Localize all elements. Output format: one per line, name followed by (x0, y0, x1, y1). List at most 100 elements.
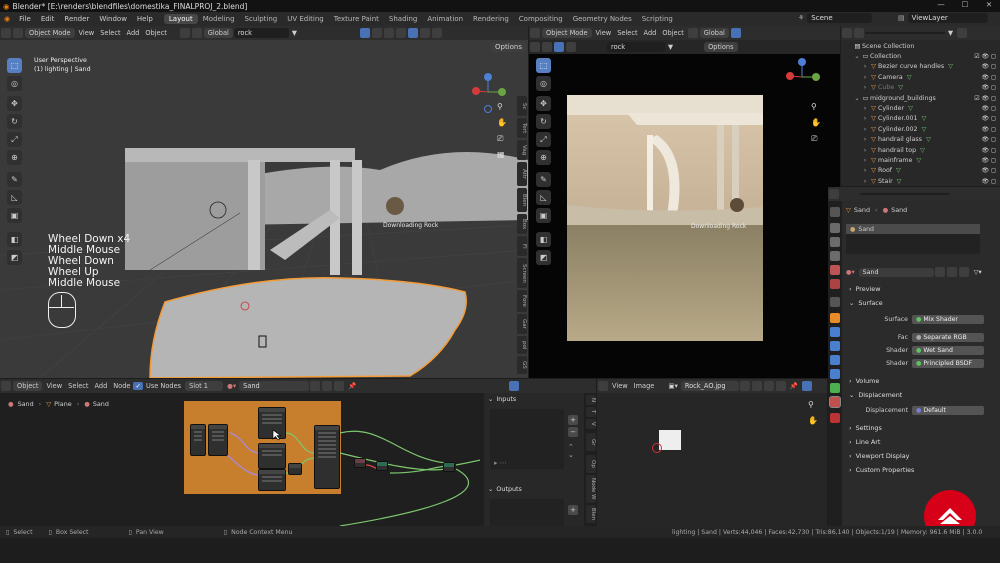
section-viewport-display[interactable]: › Viewport Display (843, 450, 1000, 462)
options-button[interactable]: Options (704, 42, 738, 52)
funnel-icon[interactable]: ▼ (289, 29, 300, 37)
zoom-icon[interactable]: ⚲ (808, 400, 814, 409)
rotate-tool-icon[interactable]: ↻ (536, 114, 551, 129)
menu-add[interactable]: Add (641, 29, 660, 37)
slot-dropdown[interactable]: Slot 1 (185, 381, 224, 391)
tab-rendering[interactable]: Rendering (468, 14, 514, 24)
pin-icon[interactable]: 📌 (787, 382, 801, 390)
modifier-tab-icon[interactable] (830, 327, 840, 337)
outliner-search[interactable] (865, 32, 945, 34)
section-settings[interactable]: › Settings (843, 422, 1000, 434)
zoom-icon[interactable]: ⚲ (497, 102, 503, 111)
visibility-toggle-icon[interactable]: 👁 ◻ (981, 136, 996, 143)
visibility-toggle-icon[interactable]: ☑ 👁 ◻ (974, 53, 996, 60)
menu-select[interactable]: Select (97, 29, 123, 37)
menu-image[interactable]: Image (631, 382, 658, 390)
outputs-panel-header[interactable]: ⌄ Outputs (484, 483, 584, 495)
tab-sculpting[interactable]: Sculpting (240, 14, 283, 24)
select-mode-icon[interactable] (530, 42, 540, 52)
tab-screen[interactable]: Screen (517, 258, 527, 288)
disclosure-arrow-icon[interactable]: › (861, 136, 869, 143)
tab-animation[interactable]: Animation (422, 14, 468, 24)
tab-sc[interactable]: Sc (517, 96, 527, 116)
output-tab-icon[interactable] (830, 237, 840, 247)
object-tab-icon[interactable] (830, 313, 840, 323)
add-object-tool-icon[interactable]: ◧ (7, 232, 22, 247)
section-surface[interactable]: ⌄ Surface (843, 297, 1000, 309)
tab-v[interactable]: V (586, 419, 596, 429)
scene-selector[interactable]: ⚘ Scene (795, 13, 873, 23)
viewport-left[interactable]: Object Mode View Select Add Object Globa… (0, 26, 528, 378)
filter-icon[interactable] (191, 28, 202, 38)
view-layer-name[interactable]: ViewLayer (907, 13, 988, 23)
visibility-toggle-icon[interactable]: 👁 ◻ (981, 157, 996, 164)
view-layer-selector[interactable]: ▤ ViewLayer (895, 13, 988, 23)
material-name-field[interactable]: Sand (239, 381, 310, 391)
menu-file[interactable]: File (14, 15, 36, 23)
tab-gar[interactable]: Gar (517, 314, 527, 334)
add-input-button[interactable]: + (568, 415, 578, 425)
wireframe-shading-icon[interactable] (395, 28, 406, 38)
menu-window[interactable]: Window (94, 15, 132, 23)
disclosure-arrow-icon[interactable]: › (861, 115, 869, 122)
shader-node[interactable] (190, 424, 206, 456)
funnel-icon[interactable]: ▼ (945, 29, 956, 37)
remove-input-button[interactable]: − (568, 427, 578, 437)
snap-icon[interactable] (542, 42, 552, 52)
shader2-field[interactable]: ● Principled BSDF (912, 359, 984, 368)
tab-shading[interactable]: Shading (384, 14, 422, 24)
shading-icon[interactable] (730, 28, 741, 38)
tab-blen[interactable]: Blen (586, 505, 596, 523)
tab-uv-editing[interactable]: UV Editing (282, 14, 329, 24)
visibility-toggle-icon[interactable]: 👁 ◻ (981, 105, 996, 112)
material-selector[interactable]: ●▾ Sand ▽▾ (846, 267, 982, 277)
material-browse-icon[interactable]: ●▾ (846, 269, 855, 276)
unlink-icon[interactable] (958, 267, 969, 277)
outliner-collection-row[interactable]: ⌄ ▭ midground_buildings ☑ 👁 ◻ (841, 93, 1000, 103)
material-slot-item[interactable]: ● Sand (846, 224, 980, 234)
cursor-tool-icon[interactable]: ◎ (7, 76, 22, 91)
cursor-tool-icon[interactable]: ◎ (536, 76, 551, 91)
outliner-collection-row[interactable]: ⌄ ▭ Collection ☑ 👁 ◻ (841, 51, 1000, 61)
particles-tab-icon[interactable] (830, 341, 840, 351)
disclosure-arrow-icon[interactable]: › (861, 157, 869, 164)
menu-view[interactable]: View (593, 29, 615, 37)
scene-name[interactable]: Scene (807, 13, 873, 23)
transform-orientation[interactable]: Global (699, 28, 729, 38)
gizmo-toggle-icon[interactable] (359, 28, 370, 38)
duplicate-icon[interactable] (322, 381, 333, 391)
search-input[interactable]: rock (607, 42, 665, 52)
editor-type-icon[interactable] (1, 28, 11, 38)
disclosure-arrow-icon[interactable]: › (861, 74, 869, 81)
view-layer-tab-icon[interactable] (830, 251, 840, 261)
minimize-button[interactable]: — (932, 0, 950, 9)
material-slot-list[interactable]: ● Sand (846, 224, 980, 254)
tab-op[interactable]: Op (586, 455, 596, 473)
overlay-toggle-icon[interactable] (509, 381, 520, 391)
extra-tool-icon[interactable]: ◩ (536, 250, 551, 265)
scale-tool-icon[interactable]: ⤢ (7, 132, 22, 147)
world-tab-icon[interactable] (830, 279, 840, 289)
viewport-right[interactable]: Object Mode View Select Add Object Globa… (529, 26, 840, 378)
node-editor[interactable]: Object View Select Add Node ✓ Use Nodes … (0, 379, 596, 526)
tab-fore[interactable]: Fore (517, 290, 527, 312)
measure-tool-icon[interactable]: ◺ (7, 190, 22, 205)
menu-help[interactable]: Help (132, 15, 158, 23)
shader-node[interactable] (258, 443, 286, 469)
tool-tab-icon[interactable] (830, 207, 840, 217)
use-nodes-checkbox[interactable]: ✓ (133, 382, 143, 390)
display-mode-icon[interactable] (854, 28, 864, 38)
shader-node[interactable] (288, 463, 302, 475)
disclosure-arrow-icon[interactable]: › (861, 126, 869, 133)
proportional-icon[interactable] (554, 42, 564, 52)
rotate-tool-icon[interactable]: ↻ (7, 114, 22, 129)
outliner-object-row[interactable]: › ▽ mainframe ▽ 👁 ◻ (841, 155, 1000, 165)
new-collection-icon[interactable] (957, 28, 968, 38)
tab-modeling[interactable]: Modeling (198, 14, 240, 24)
camera-view-icon[interactable]: ⎚ (811, 134, 817, 144)
tab-compositing[interactable]: Compositing (514, 14, 568, 24)
measure-tool-icon[interactable]: ◺ (536, 190, 551, 205)
texture-tab-icon[interactable] (830, 413, 840, 423)
shader-node[interactable] (258, 469, 286, 491)
tab-attr[interactable]: Attr (517, 162, 527, 186)
